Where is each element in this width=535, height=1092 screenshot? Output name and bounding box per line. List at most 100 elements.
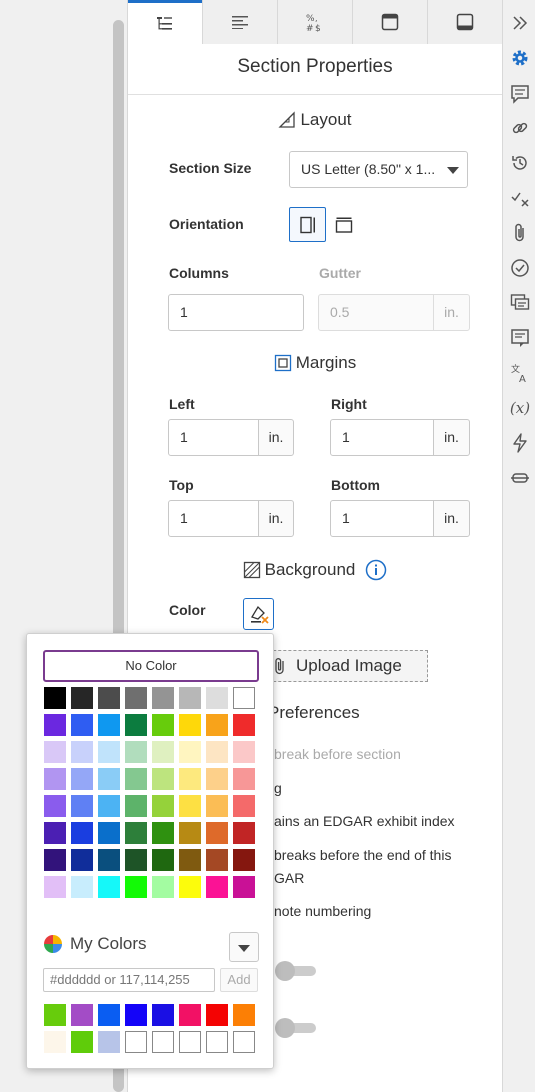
color-swatch[interactable]	[179, 768, 201, 790]
color-swatch[interactable]	[233, 849, 255, 871]
my-color-swatch[interactable]	[44, 1031, 66, 1053]
color-swatch[interactable]	[44, 741, 66, 763]
my-color-swatch[interactable]	[179, 1004, 201, 1026]
my-color-swatch[interactable]	[71, 1004, 93, 1026]
color-swatch[interactable]	[179, 876, 201, 898]
color-swatch[interactable]	[233, 714, 255, 736]
color-swatch[interactable]	[179, 822, 201, 844]
info-icon[interactable]	[365, 559, 387, 581]
color-swatch[interactable]	[44, 795, 66, 817]
color-swatch[interactable]	[152, 849, 174, 871]
color-swatch[interactable]	[206, 714, 228, 736]
color-swatch[interactable]	[71, 687, 93, 709]
color-swatch[interactable]	[98, 687, 120, 709]
background-color-button[interactable]	[243, 598, 274, 630]
color-swatch[interactable]	[44, 687, 66, 709]
add-color-button[interactable]: Add	[220, 968, 258, 992]
color-swatch[interactable]	[206, 741, 228, 763]
my-color-swatch[interactable]	[44, 1004, 66, 1026]
color-swatch[interactable]	[44, 822, 66, 844]
color-swatch[interactable]	[233, 687, 255, 709]
notes-icon[interactable]	[508, 326, 532, 350]
link-icon[interactable]	[508, 116, 532, 140]
color-swatch[interactable]	[98, 795, 120, 817]
my-color-swatch[interactable]	[233, 1031, 255, 1053]
comment-icon[interactable]	[508, 82, 532, 106]
color-swatch[interactable]	[125, 714, 147, 736]
hex-color-input[interactable]: #dddddd or 117,114,255	[43, 968, 215, 992]
color-swatch[interactable]	[233, 822, 255, 844]
color-swatch[interactable]	[98, 849, 120, 871]
color-swatch[interactable]	[125, 687, 147, 709]
portrait-button[interactable]	[289, 207, 326, 242]
lightning-icon[interactable]	[508, 431, 532, 455]
color-swatch[interactable]	[152, 876, 174, 898]
color-swatch[interactable]	[44, 876, 66, 898]
tab-number-format[interactable]: %, # $	[277, 0, 352, 44]
no-color-button[interactable]: No Color	[43, 650, 259, 682]
color-swatch[interactable]	[98, 768, 120, 790]
landscape-button[interactable]	[325, 207, 362, 242]
color-swatch[interactable]	[206, 768, 228, 790]
color-swatch[interactable]	[125, 822, 147, 844]
collapse-icon[interactable]	[508, 11, 532, 35]
color-swatch[interactable]	[71, 849, 93, 871]
my-color-swatch[interactable]	[98, 1031, 120, 1053]
color-swatch[interactable]	[71, 714, 93, 736]
compare-icon[interactable]	[508, 290, 532, 314]
color-swatch[interactable]	[206, 849, 228, 871]
tab-footer[interactable]	[427, 0, 502, 44]
track-changes-icon[interactable]	[508, 186, 532, 210]
my-color-swatch[interactable]	[125, 1031, 147, 1053]
settings-icon[interactable]	[508, 46, 532, 70]
color-swatch[interactable]	[152, 822, 174, 844]
color-swatch[interactable]	[71, 741, 93, 763]
color-swatch[interactable]	[125, 876, 147, 898]
color-swatch[interactable]	[233, 795, 255, 817]
my-color-swatch[interactable]	[179, 1031, 201, 1053]
margin-left-input[interactable]: 1	[168, 419, 259, 456]
tab-header[interactable]	[352, 0, 427, 44]
color-swatch[interactable]	[179, 741, 201, 763]
color-swatch[interactable]	[233, 741, 255, 763]
color-swatch[interactable]	[233, 768, 255, 790]
my-color-swatch[interactable]	[233, 1004, 255, 1026]
color-swatch[interactable]	[125, 795, 147, 817]
color-swatch[interactable]	[44, 849, 66, 871]
color-swatch[interactable]	[98, 822, 120, 844]
gutter-input[interactable]: 0.5	[318, 294, 434, 331]
check-circle-icon[interactable]	[508, 256, 532, 280]
section-size-select[interactable]: US Letter (8.50" x 1...	[289, 151, 468, 188]
my-color-swatch[interactable]	[206, 1031, 228, 1053]
color-swatch[interactable]	[179, 687, 201, 709]
my-color-swatch[interactable]	[206, 1004, 228, 1026]
my-colors-dropdown[interactable]	[229, 932, 259, 962]
color-swatch[interactable]	[152, 741, 174, 763]
tab-section-structure[interactable]	[128, 0, 202, 44]
color-swatch[interactable]	[152, 714, 174, 736]
color-swatch[interactable]	[71, 795, 93, 817]
margin-bottom-input[interactable]: 1	[330, 500, 434, 537]
color-swatch[interactable]	[152, 687, 174, 709]
color-swatch[interactable]	[98, 714, 120, 736]
color-swatch[interactable]	[233, 876, 255, 898]
toggle-knob-1[interactable]	[275, 961, 295, 981]
variable-icon[interactable]: (x)	[508, 396, 532, 420]
upload-image-button[interactable]: Upload Image	[258, 650, 428, 682]
attachment-icon[interactable]	[508, 221, 532, 245]
color-swatch[interactable]	[152, 795, 174, 817]
color-swatch[interactable]	[206, 687, 228, 709]
my-color-swatch[interactable]	[152, 1004, 174, 1026]
color-swatch[interactable]	[179, 795, 201, 817]
color-swatch[interactable]	[206, 822, 228, 844]
color-swatch[interactable]	[179, 849, 201, 871]
margin-right-input[interactable]: 1	[330, 419, 434, 456]
color-swatch[interactable]	[71, 822, 93, 844]
my-color-swatch[interactable]	[71, 1031, 93, 1053]
my-color-swatch[interactable]	[125, 1004, 147, 1026]
my-color-swatch[interactable]	[152, 1031, 174, 1053]
columns-input[interactable]: 1	[168, 294, 304, 331]
color-swatch[interactable]	[206, 876, 228, 898]
history-icon[interactable]	[508, 151, 532, 175]
connector-icon[interactable]	[508, 466, 532, 490]
